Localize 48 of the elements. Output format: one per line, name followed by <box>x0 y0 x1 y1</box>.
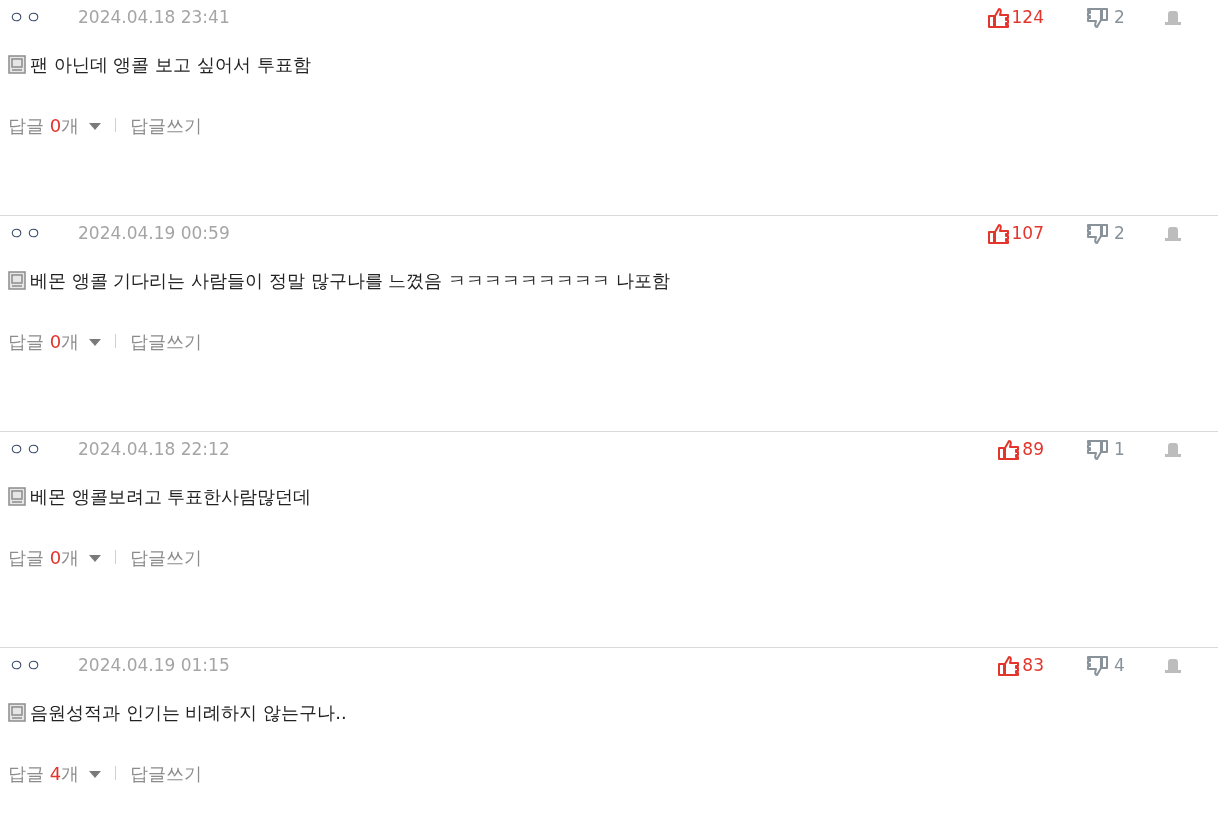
author-name[interactable]: ㅇㅇ <box>8 437 78 463</box>
author-name[interactable]: ㅇㅇ <box>8 653 78 679</box>
comment-date: 2024.04.18 22:12 <box>78 438 230 462</box>
dislike-button[interactable]: 1 <box>1086 437 1146 463</box>
comment-date: 2024.04.19 00:59 <box>78 222 230 246</box>
comment-text: 베몬 앵콜보려고 투표한사람많던데 <box>30 484 312 509</box>
caret-icon <box>89 554 102 563</box>
author-name[interactable]: ㅇㅇ <box>8 221 78 247</box>
siren-icon[interactable] <box>1164 658 1182 674</box>
dislike-button[interactable]: 2 <box>1086 5 1146 31</box>
memo-icon <box>8 54 26 74</box>
thumbs-up-icon <box>987 224 1010 244</box>
thumbs-down-icon <box>1086 224 1108 244</box>
comment-text: 팬 아닌데 앵콜 보고 싶어서 투표함 <box>30 52 311 77</box>
memo-icon <box>8 270 26 290</box>
like-button[interactable]: 124 <box>974 5 1044 31</box>
siren-icon[interactable] <box>1164 442 1182 458</box>
thumbs-up-icon <box>998 440 1021 460</box>
dislike-button[interactable]: 4 <box>1086 653 1146 679</box>
thumbs-up-icon <box>987 8 1010 28</box>
write-reply-link[interactable]: 답글쓰기 <box>130 759 203 787</box>
reply-count-toggle[interactable]: 답글 0개 <box>8 111 102 139</box>
thumbs-up-icon <box>998 656 1021 676</box>
reply-count-toggle[interactable]: 답글 4개 <box>8 759 102 787</box>
memo-icon <box>8 486 26 506</box>
memo-icon <box>8 702 26 722</box>
comment-date: 2024.04.18 23:41 <box>78 6 230 30</box>
like-button[interactable]: 83 <box>974 653 1044 679</box>
like-button[interactable]: 107 <box>974 221 1044 247</box>
reply-count-toggle[interactable]: 답글 0개 <box>8 327 102 355</box>
comment-text: 베몬 앵콜 기다리는 사람들이 정말 많구나를 느꼈음 ㅋㅋㅋㅋㅋㅋㅋㅋㅋ 나포함 <box>30 268 670 293</box>
caret-icon <box>89 338 102 347</box>
siren-icon[interactable] <box>1164 226 1182 242</box>
write-reply-link[interactable]: 답글쓰기 <box>130 111 203 139</box>
write-reply-link[interactable]: 답글쓰기 <box>130 543 203 571</box>
comment-date: 2024.04.19 01:15 <box>78 654 230 678</box>
dislike-button[interactable]: 2 <box>1086 221 1146 247</box>
caret-icon <box>89 770 102 779</box>
siren-icon[interactable] <box>1164 10 1182 26</box>
write-reply-link[interactable]: 답글쓰기 <box>130 327 203 355</box>
thumbs-down-icon <box>1086 8 1108 28</box>
caret-icon <box>89 122 102 131</box>
author-name[interactable]: ㅇㅇ <box>8 5 78 31</box>
thumbs-down-icon <box>1086 656 1108 676</box>
like-button[interactable]: 89 <box>974 437 1044 463</box>
comment-text: 음원성적과 인기는 비례하지 않는구나.. <box>30 700 347 725</box>
thumbs-down-icon <box>1086 440 1108 460</box>
reply-count-toggle[interactable]: 답글 0개 <box>8 543 102 571</box>
